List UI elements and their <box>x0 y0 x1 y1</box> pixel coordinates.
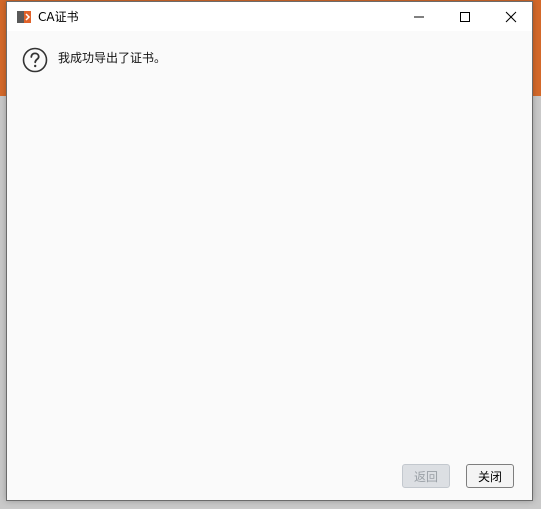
minimize-button[interactable] <box>396 2 442 31</box>
ca-certificate-dialog: CA证书 我成功导出了证书。 返回 关闭 <box>6 1 533 501</box>
title-bar[interactable]: CA证书 <box>7 2 532 31</box>
close-icon <box>505 11 517 22</box>
maximize-icon <box>460 11 470 22</box>
window-title: CA证书 <box>38 10 79 24</box>
close-button[interactable]: 关闭 <box>466 464 514 488</box>
app-logo-icon <box>17 11 31 23</box>
minimize-icon <box>414 16 424 17</box>
success-message: 我成功导出了证书。 <box>58 51 167 65</box>
close-window-button[interactable] <box>488 2 534 31</box>
question-icon <box>22 47 48 73</box>
back-button[interactable]: 返回 <box>402 464 450 488</box>
dialog-content: 我成功导出了证书。 返回 关闭 <box>7 31 532 501</box>
maximize-button[interactable] <box>442 2 488 31</box>
